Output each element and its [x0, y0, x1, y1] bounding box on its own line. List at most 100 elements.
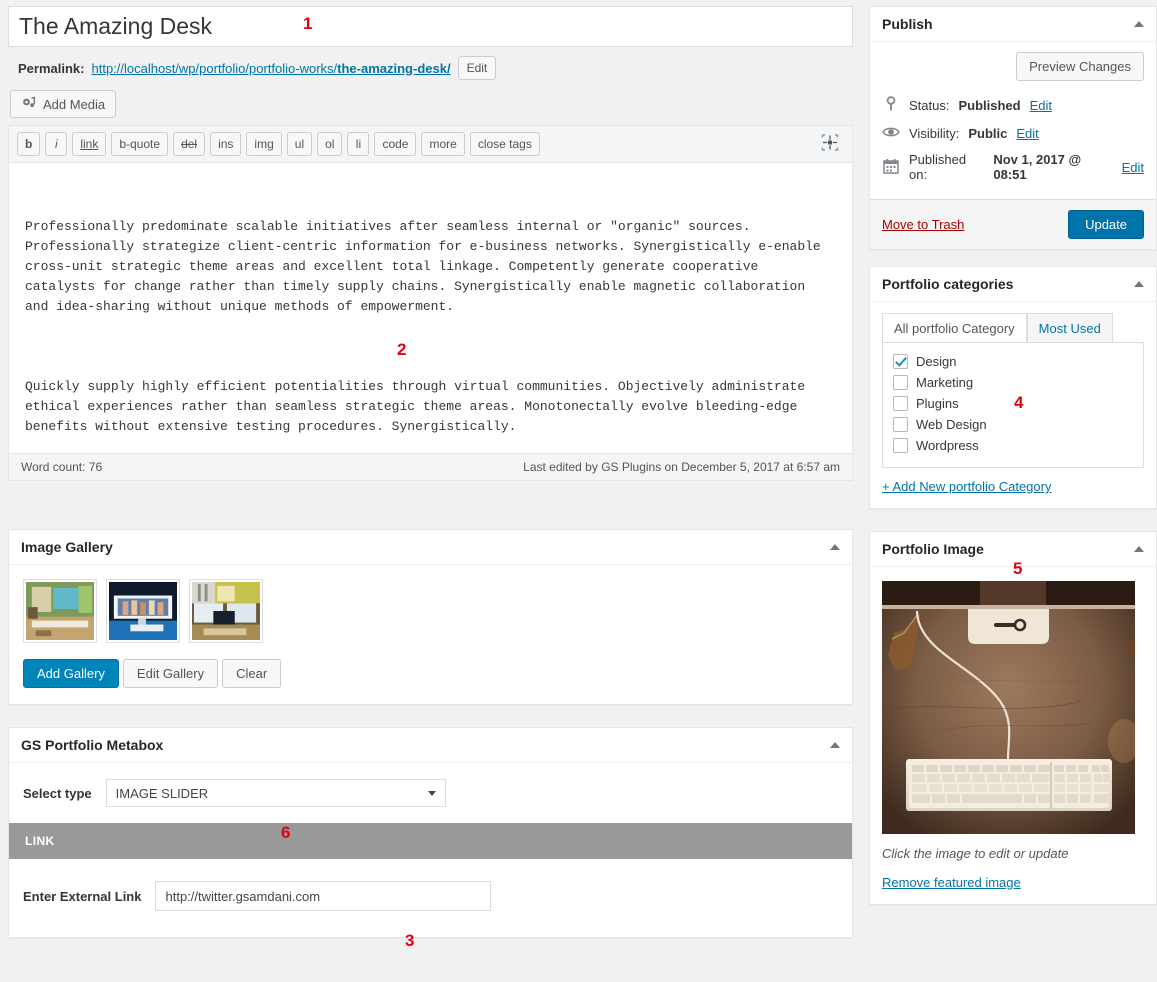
- qt-button-b-quote[interactable]: b-quote: [111, 132, 169, 156]
- permalink-base: http://localhost/wp/portfolio/portfolio-…: [91, 60, 338, 76]
- edit-gallery-button[interactable]: Edit Gallery: [122, 659, 219, 688]
- published-on-label: Published on:: [909, 152, 967, 182]
- external-link-row: Enter External Link: [9, 859, 852, 937]
- qt-button-link[interactable]: link: [72, 132, 107, 156]
- update-button[interactable]: Update: [1068, 210, 1144, 239]
- qt-button-ul[interactable]: ul: [286, 132, 313, 156]
- category-item-plugins[interactable]: Plugins: [893, 393, 1133, 414]
- link-section-header: LINK: [9, 823, 852, 859]
- editor-status-bar: Word count: 76 Last edited by GS Plugins…: [9, 453, 852, 480]
- image-gallery-header: Image Gallery: [9, 530, 852, 565]
- gallery-thumbnail[interactable]: [23, 579, 97, 643]
- fullscreen-icon[interactable]: [820, 133, 840, 156]
- edit-permalink-button[interactable]: Edit: [457, 56, 497, 80]
- move-to-trash-link[interactable]: Move to Trash: [882, 217, 964, 232]
- published-on-value: Nov 1, 2017 @ 08:51: [993, 152, 1082, 182]
- category-label: Plugins: [916, 396, 959, 411]
- checkbox-plugins[interactable]: [893, 396, 908, 411]
- text-editor: b i link b-quote del ins img ul ol li co…: [8, 125, 853, 481]
- eye-icon: [882, 125, 900, 142]
- qt-button-i[interactable]: i: [45, 132, 68, 156]
- category-label: Wordpress: [916, 438, 979, 453]
- featured-image-caption: Click the image to edit or update: [882, 846, 1069, 861]
- portfolio-image-body: Click the image to edit or update Remove…: [870, 567, 1156, 904]
- quicktags-toolbar: b i link b-quote del ins img ul ol li co…: [9, 126, 852, 163]
- tab-all-portfolio-category[interactable]: All portfolio Category: [882, 313, 1027, 343]
- checkbox-marketing[interactable]: [893, 375, 908, 390]
- preview-changes-button[interactable]: Preview Changes: [1016, 52, 1144, 81]
- category-label: Marketing: [916, 375, 974, 390]
- category-item-design[interactable]: Design: [893, 351, 1133, 372]
- visibility-label: Visibility:: [909, 126, 960, 141]
- gs-portfolio-metabox-title: GS Portfolio Metabox: [21, 737, 164, 753]
- publish-visibility-row: Visibility: Public Edit: [882, 120, 1144, 147]
- media-icon: [21, 96, 37, 112]
- publish-panel: Publish Preview Changes Status: Publishe…: [869, 6, 1157, 250]
- qt-button-close-tags[interactable]: close tags: [469, 132, 540, 156]
- category-item-marketing[interactable]: Marketing: [893, 372, 1133, 393]
- permalink-row: Permalink: http://localhost/wp/portfolio…: [8, 47, 853, 88]
- editor-textarea[interactable]: Professionally predominate scalable init…: [9, 163, 852, 453]
- checkbox-design[interactable]: [893, 354, 908, 369]
- edit-visibility-link[interactable]: Edit: [1016, 126, 1038, 141]
- calendar-icon: [882, 158, 900, 177]
- add-new-category-link[interactable]: + Add New portfolio Category: [882, 479, 1051, 494]
- edit-status-link[interactable]: Edit: [1030, 98, 1052, 113]
- last-edited: Last edited by GS Plugins on December 5,…: [523, 460, 840, 474]
- gallery-thumbnail[interactable]: [106, 579, 180, 643]
- edit-published-link[interactable]: Edit: [1122, 160, 1144, 175]
- collapse-toggle-icon[interactable]: [1134, 21, 1144, 27]
- preview-row: Preview Changes: [882, 52, 1144, 81]
- select-type-label: Select type: [23, 785, 92, 801]
- checkbox-wordpress[interactable]: [893, 438, 908, 453]
- permalink-label: Permalink:: [18, 60, 85, 76]
- collapse-toggle-icon[interactable]: [830, 544, 840, 550]
- qt-button-more[interactable]: more: [421, 132, 465, 156]
- image-gallery-panel: Image Gallery Add Gallery Edit Gallery C…: [8, 529, 853, 705]
- publish-title: Publish: [882, 16, 933, 32]
- qt-button-ol[interactable]: ol: [317, 132, 343, 156]
- gs-portfolio-metabox-header: GS Portfolio Metabox: [9, 728, 852, 763]
- select-type-row: Select type IMAGE SLIDER: [9, 763, 852, 823]
- qt-button-b[interactable]: b: [17, 132, 41, 156]
- permalink-slug: the-amazing-desk/: [337, 60, 451, 76]
- pin-icon: [882, 96, 900, 115]
- gallery-thumbnail[interactable]: [189, 579, 263, 643]
- chevron-down-icon: [427, 790, 436, 796]
- editor-main-column: Permalink: http://localhost/wp/portfolio…: [8, 6, 853, 938]
- permalink-link[interactable]: http://localhost/wp/portfolio/portfolio-…: [91, 61, 450, 76]
- external-link-input[interactable]: [155, 881, 492, 911]
- portfolio-categories-body: All portfolio Category Most Used Design …: [870, 302, 1156, 508]
- add-media-row: Add Media: [8, 88, 853, 125]
- add-gallery-button[interactable]: Add Gallery: [23, 659, 119, 688]
- gallery-buttons: Add Gallery Edit Gallery Clear: [23, 659, 838, 688]
- collapse-toggle-icon[interactable]: [830, 742, 840, 748]
- checkbox-web-design[interactable]: [893, 417, 908, 432]
- collapse-toggle-icon[interactable]: [1134, 281, 1144, 287]
- publish-body: Preview Changes Status: Published Edit V…: [870, 42, 1156, 199]
- add-media-label: Add Media: [43, 96, 106, 112]
- collapse-toggle-icon[interactable]: [1134, 546, 1144, 552]
- qt-button-img[interactable]: img: [246, 132, 282, 156]
- publish-header: Publish: [870, 7, 1156, 42]
- tab-most-used[interactable]: Most Used: [1026, 313, 1113, 343]
- qt-button-del[interactable]: del: [173, 132, 206, 156]
- featured-image[interactable]: [882, 581, 1135, 834]
- select-type-value: IMAGE SLIDER: [115, 785, 209, 801]
- image-gallery-body: Add Gallery Edit Gallery Clear: [9, 565, 852, 704]
- post-title-field[interactable]: [8, 6, 853, 47]
- editor-paragraph-1: Professionally predominate scalable init…: [25, 219, 829, 314]
- clear-gallery-button[interactable]: Clear: [222, 659, 282, 688]
- add-media-button[interactable]: Add Media: [10, 90, 117, 118]
- category-tabs: All portfolio Category Most Used: [882, 312, 1144, 343]
- portfolio-image-title: Portfolio Image: [882, 541, 984, 557]
- qt-button-ins[interactable]: ins: [210, 132, 242, 156]
- category-item-web-design[interactable]: Web Design: [893, 414, 1133, 435]
- qt-button-code[interactable]: code: [374, 132, 417, 156]
- category-item-wordpress[interactable]: Wordpress: [893, 435, 1133, 456]
- post-title-input[interactable]: [19, 12, 842, 41]
- qt-button-li[interactable]: li: [347, 132, 370, 156]
- remove-featured-image-link[interactable]: Remove featured image: [882, 875, 1021, 890]
- select-type-dropdown[interactable]: IMAGE SLIDER: [105, 779, 446, 807]
- category-checklist[interactable]: Design Marketing Plugins Web Design Word…: [882, 342, 1144, 468]
